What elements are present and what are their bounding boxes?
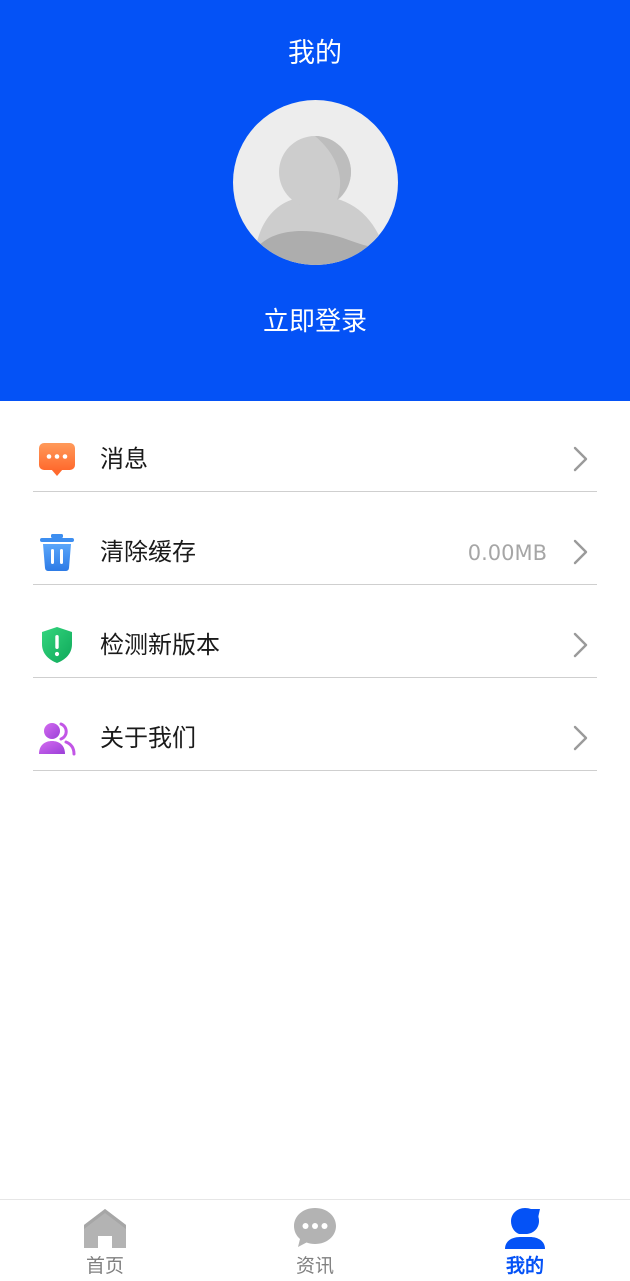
menu-item-label: 清除缓存 <box>100 538 196 566</box>
user-icon <box>505 1208 545 1249</box>
menu-item-messages[interactable]: 消息 <box>33 413 597 492</box>
nav-item-mine[interactable]: 我的 <box>420 1200 630 1281</box>
nav-item-label: 我的 <box>505 1255 544 1277</box>
page-title: 我的 <box>288 38 342 69</box>
nav-item-label: 首页 <box>85 1255 124 1277</box>
nav-item-home[interactable]: 首页 <box>0 1200 210 1281</box>
home-icon <box>84 1209 126 1248</box>
menu-item-label: 消息 <box>100 445 148 473</box>
menu-item-check-update[interactable]: 检测新版本 <box>33 599 597 678</box>
chevron-right-icon <box>573 446 588 472</box>
shield-icon <box>42 627 72 663</box>
settings-menu: 消息 清除缓存 0.00MB 检测新版本 关于我们 <box>33 413 597 785</box>
users-icon <box>39 722 76 756</box>
profile-header: 我的 立即登录 <box>0 0 630 401</box>
menu-item-about-us[interactable]: 关于我们 <box>33 692 597 771</box>
message-icon <box>39 443 75 476</box>
cache-size-value: 0.00MB <box>467 541 547 565</box>
bottom-nav: 首页 资讯 我的 <box>0 1199 630 1281</box>
login-button[interactable]: 立即登录 <box>0 302 630 342</box>
default-avatar-icon[interactable] <box>233 100 398 265</box>
nav-item-label: 资讯 <box>295 1255 334 1277</box>
menu-item-label: 关于我们 <box>100 724 196 752</box>
menu-item-label: 检测新版本 <box>100 631 220 659</box>
menu-item-clear-cache[interactable]: 清除缓存 0.00MB <box>33 506 597 585</box>
chat-icon <box>294 1208 336 1247</box>
chevron-right-icon <box>573 539 588 565</box>
chevron-right-icon <box>573 725 588 751</box>
chevron-right-icon <box>573 632 588 658</box>
trash-icon <box>40 534 74 571</box>
nav-item-news[interactable]: 资讯 <box>210 1200 420 1281</box>
